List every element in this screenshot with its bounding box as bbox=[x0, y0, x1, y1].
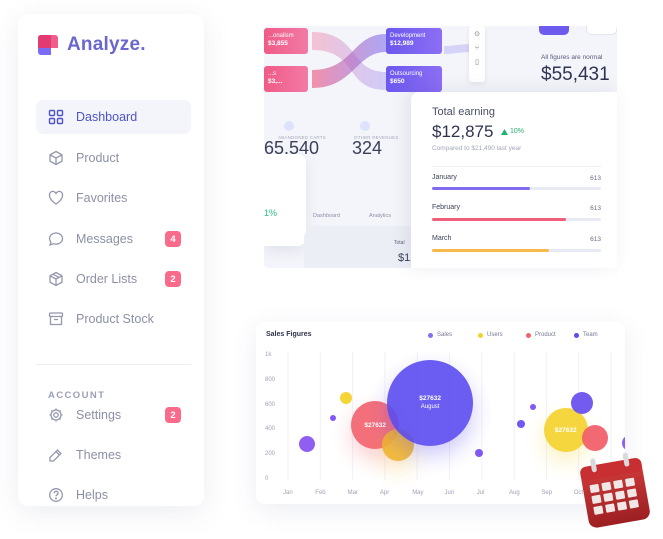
earning-divider bbox=[432, 166, 601, 167]
x-tick-label: Apr bbox=[379, 490, 390, 496]
sidebar-item-dashboard[interactable]: Dashboard bbox=[36, 100, 191, 134]
sankey-node-other: ...s $3,... bbox=[264, 66, 308, 92]
month-progress-fill bbox=[432, 187, 531, 190]
total-label: Total bbox=[394, 240, 405, 246]
kpi-value: 324 bbox=[352, 138, 383, 158]
x-tick-label: Sep bbox=[541, 490, 553, 496]
order-lists-count-badge: 2 bbox=[165, 271, 181, 287]
box-icon bbox=[49, 271, 63, 287]
earning-subtitle: Compared to $21,490 last year bbox=[432, 145, 522, 152]
sidebar-item-product-stock[interactable]: Product Stock bbox=[36, 302, 191, 336]
bar-chart-icon bbox=[360, 121, 370, 131]
bubble-point[interactable] bbox=[581, 424, 608, 451]
sidebar-item-label: Settings bbox=[76, 408, 122, 422]
top-secondary-button[interactable] bbox=[586, 26, 617, 35]
month-progress-fill bbox=[432, 249, 549, 252]
earning-value: $12,875 bbox=[432, 122, 494, 141]
x-tick-label: Aug bbox=[509, 490, 520, 496]
sidebar-item-settings[interactable]: Settings 2 bbox=[36, 398, 191, 432]
earning-title: Total earning bbox=[432, 106, 495, 118]
brand[interactable]: Analyze. bbox=[38, 34, 146, 56]
sidebar-item-product[interactable]: Product bbox=[36, 141, 191, 175]
settings-count-badge: 2 bbox=[165, 407, 181, 423]
all-figures-note: All figures are normal bbox=[541, 54, 603, 61]
month-progress-track bbox=[432, 249, 601, 252]
x-tick-label: May bbox=[412, 490, 424, 496]
heart-icon bbox=[48, 190, 64, 205]
bubble-point[interactable] bbox=[516, 420, 525, 429]
analyze-logo-icon bbox=[38, 35, 58, 55]
x-tick-label: Jun bbox=[444, 490, 455, 496]
month-value: 613 bbox=[590, 175, 601, 182]
sidebar: Analyze. Dashboard Product Favorites Mes… bbox=[18, 14, 204, 506]
month-progress-track bbox=[432, 187, 601, 190]
total-earning-card: Total earning $12,875 10% Compared to $2… bbox=[411, 92, 617, 268]
bubble-sublabel: August bbox=[420, 404, 440, 411]
month-value: 613 bbox=[590, 236, 601, 243]
month-label: March bbox=[432, 235, 452, 242]
sidebar-item-helps[interactable]: Helps bbox=[36, 478, 191, 506]
stat-card-partial bbox=[264, 154, 306, 246]
sidebar-item-label: Dashboard bbox=[76, 110, 138, 124]
y-tick-label: 400 bbox=[265, 426, 276, 433]
frame-tool-icon[interactable]: ▯ bbox=[469, 56, 485, 70]
sidebar-item-label: Helps bbox=[76, 488, 108, 502]
eye-icon bbox=[284, 121, 294, 131]
sidebar-item-label: Product bbox=[76, 151, 120, 165]
triangle-up-icon bbox=[501, 128, 508, 135]
earning-delta: 10% bbox=[501, 128, 524, 135]
sidebar-item-messages[interactable]: Messages 4 bbox=[36, 222, 191, 256]
chat-bubble-icon bbox=[48, 232, 64, 247]
sidebar-item-label: Themes bbox=[76, 448, 122, 462]
chart-toolbar: ⊙ ⑂ ▯ bbox=[469, 26, 485, 82]
sidebar-item-label: Messages bbox=[76, 232, 133, 246]
sankey-node-professionalism: ...onalism $3,855 bbox=[264, 28, 308, 54]
month-progress-track bbox=[432, 218, 601, 221]
tab-analytics[interactable]: Analytics bbox=[369, 213, 391, 219]
month-label: January bbox=[432, 174, 457, 181]
x-tick-label: Feb bbox=[315, 490, 326, 496]
sidebar-item-label: Order Lists bbox=[76, 272, 138, 286]
tab-dashboard[interactable]: Dashboard bbox=[313, 213, 340, 219]
sidebar-item-themes[interactable]: Themes bbox=[36, 438, 191, 472]
sidebar-item-label: Product Stock bbox=[76, 312, 154, 326]
x-tick-label: Jul bbox=[476, 490, 485, 496]
month-progress-fill bbox=[432, 218, 566, 221]
sidebar-item-favorites[interactable]: Favorites bbox=[36, 181, 191, 215]
bubble-label: $27632 August bbox=[405, 394, 455, 412]
top-action-button[interactable] bbox=[539, 26, 569, 35]
sankey-node-development: Development $12,989 bbox=[386, 28, 442, 54]
y-tick-label: 0 bbox=[265, 476, 269, 482]
all-figures-value: $55,431 bbox=[541, 64, 610, 85]
y-tick-label: 1k bbox=[265, 352, 272, 358]
target-tool-icon[interactable]: ⊙ bbox=[469, 28, 485, 42]
gear-icon bbox=[49, 408, 63, 422]
cube-icon bbox=[49, 150, 63, 166]
dashboard-grid-icon bbox=[48, 109, 64, 125]
y-tick-label: 200 bbox=[265, 451, 276, 458]
brand-name: Analyze. bbox=[67, 34, 146, 55]
month-value: 613 bbox=[590, 205, 601, 212]
paint-icon bbox=[49, 449, 62, 462]
x-tick-label: Mar bbox=[347, 490, 358, 496]
bubble-point[interactable] bbox=[570, 392, 593, 415]
sidebar-item-order-lists[interactable]: Order Lists 2 bbox=[36, 262, 191, 296]
month-label: February bbox=[432, 204, 461, 211]
archive-icon bbox=[48, 312, 64, 326]
sankey-node-outsourcing: Outsourcing $650 bbox=[386, 66, 442, 92]
sidebar-item-label: Favorites bbox=[76, 191, 128, 205]
bubble-value: $27632 bbox=[419, 395, 441, 403]
y-tick-label: 800 bbox=[265, 376, 276, 383]
sidebar-divider bbox=[36, 364, 191, 365]
help-circle-icon bbox=[49, 488, 63, 502]
bubble-point[interactable] bbox=[474, 448, 483, 457]
messages-count-badge: 4 bbox=[165, 231, 181, 247]
branch-tool-icon[interactable]: ⑂ bbox=[469, 42, 485, 56]
x-tick-label: Jan bbox=[283, 490, 293, 496]
calendar-icon bbox=[580, 452, 650, 528]
sales-figures-card: Sales Figures Sales Users Product Team 1k 80… bbox=[256, 322, 625, 504]
y-tick-label: 600 bbox=[265, 401, 276, 408]
stat-percent: 1% bbox=[264, 208, 278, 218]
